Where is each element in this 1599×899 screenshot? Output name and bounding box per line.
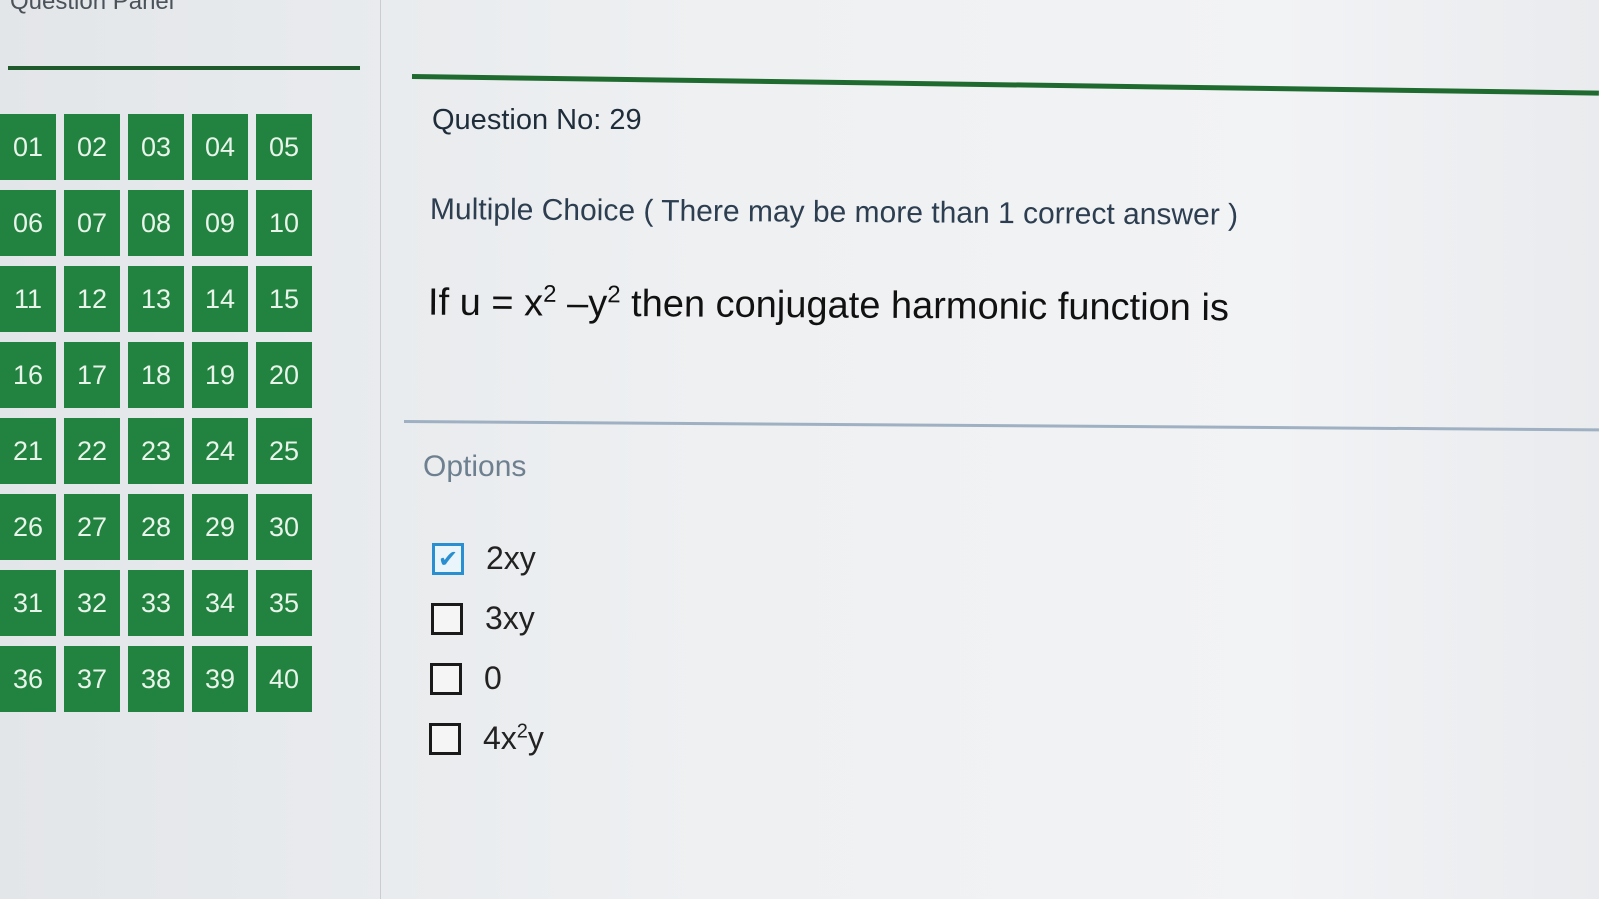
option-3-label: 0 <box>484 660 502 696</box>
question-text: If u = x2 –y2 then conjugate harmonic fu… <box>428 280 1229 330</box>
question-button-37[interactable]: 37 <box>64 646 120 712</box>
question-exponent-2: 2 <box>607 281 621 309</box>
option-3-checkbox[interactable] <box>430 662 462 695</box>
question-panel: Question Panel 01 02 03 04 05 06 07 08 09 10 11 12 1… <box>0 0 381 899</box>
option-1-checkbox[interactable]: ✔ <box>432 542 464 575</box>
question-button-35[interactable]: 35 <box>256 570 312 636</box>
question-button-39[interactable]: 39 <box>192 646 248 712</box>
option-4[interactable]: 4x2y <box>429 720 544 757</box>
question-button-16[interactable]: 16 <box>0 342 56 408</box>
panel-title: Question Panel <box>10 0 175 15</box>
option-1-label: 2xy <box>486 540 536 576</box>
question-button-28[interactable]: 28 <box>128 494 184 560</box>
question-button-01[interactable]: 01 <box>0 114 56 180</box>
question-button-36[interactable]: 36 <box>0 646 56 712</box>
option-4-checkbox[interactable] <box>429 722 461 755</box>
question-text-prefix: If u = x <box>427 281 544 325</box>
question-grid: 01 02 03 04 05 06 07 08 09 10 11 12 13 14 15 16 17 18 19 20… <box>0 114 312 712</box>
option-4-base: 4x <box>483 720 517 756</box>
question-text-mid: –y <box>556 282 608 325</box>
question-button-19[interactable]: 19 <box>192 342 248 408</box>
option-4-exponent: 2 <box>516 720 528 743</box>
option-2-checkbox[interactable] <box>431 602 463 635</box>
option-4-label: 4x2y <box>483 720 544 757</box>
options-divider <box>403 420 1599 432</box>
option-2-label: 3xy <box>485 600 535 636</box>
option-1[interactable]: ✔ 2xy <box>432 540 536 577</box>
question-button-20[interactable]: 20 <box>256 342 312 408</box>
question-button-06[interactable]: 06 <box>0 190 56 256</box>
question-button-13[interactable]: 13 <box>128 266 184 332</box>
question-button-05[interactable]: 05 <box>256 114 312 180</box>
question-button-22[interactable]: 22 <box>64 418 120 484</box>
option-4-suffix: y <box>527 720 544 756</box>
question-button-31[interactable]: 31 <box>0 570 56 636</box>
question-type: Multiple Choice ( There may be more than… <box>429 193 1239 232</box>
question-button-30[interactable]: 30 <box>256 494 312 560</box>
question-button-08[interactable]: 08 <box>128 190 184 256</box>
question-button-23[interactable]: 23 <box>128 418 184 484</box>
panel-divider <box>8 66 360 70</box>
question-button-38[interactable]: 38 <box>128 646 184 712</box>
option-3[interactable]: 0 <box>430 660 502 697</box>
question-button-11[interactable]: 11 <box>0 266 56 332</box>
question-button-40[interactable]: 40 <box>256 646 312 712</box>
question-button-09[interactable]: 09 <box>192 190 248 256</box>
question-button-25[interactable]: 25 <box>256 418 312 484</box>
question-text-suffix: then conjugate harmonic function is <box>620 283 1230 330</box>
main-divider <box>411 74 1599 96</box>
question-button-12[interactable]: 12 <box>64 266 120 332</box>
question-exponent-1: 2 <box>543 280 557 308</box>
checkmark-icon: ✔ <box>437 544 459 573</box>
options-heading: Options <box>423 450 527 483</box>
question-button-26[interactable]: 26 <box>0 494 56 560</box>
question-button-10[interactable]: 10 <box>256 190 312 256</box>
question-button-18[interactable]: 18 <box>128 342 184 408</box>
question-button-27[interactable]: 27 <box>64 494 120 560</box>
question-button-15[interactable]: 15 <box>256 266 312 332</box>
question-button-29[interactable]: 29 <box>192 494 248 560</box>
exam-page: Question Panel 01 02 03 04 05 06 07 08 09 10 11 12 1… <box>0 0 1599 899</box>
question-button-21[interactable]: 21 <box>0 418 56 484</box>
question-button-14[interactable]: 14 <box>192 266 248 332</box>
question-button-32[interactable]: 32 <box>64 570 120 636</box>
option-2[interactable]: 3xy <box>431 600 535 637</box>
question-button-03[interactable]: 03 <box>128 114 184 180</box>
question-button-07[interactable]: 07 <box>64 190 120 256</box>
question-button-24[interactable]: 24 <box>192 418 248 484</box>
question-button-04[interactable]: 04 <box>192 114 248 180</box>
question-button-34[interactable]: 34 <box>192 570 248 636</box>
question-button-17[interactable]: 17 <box>64 342 120 408</box>
question-button-02[interactable]: 02 <box>64 114 120 180</box>
question-number: Question No: 29 <box>432 104 642 136</box>
question-button-33[interactable]: 33 <box>128 570 184 636</box>
